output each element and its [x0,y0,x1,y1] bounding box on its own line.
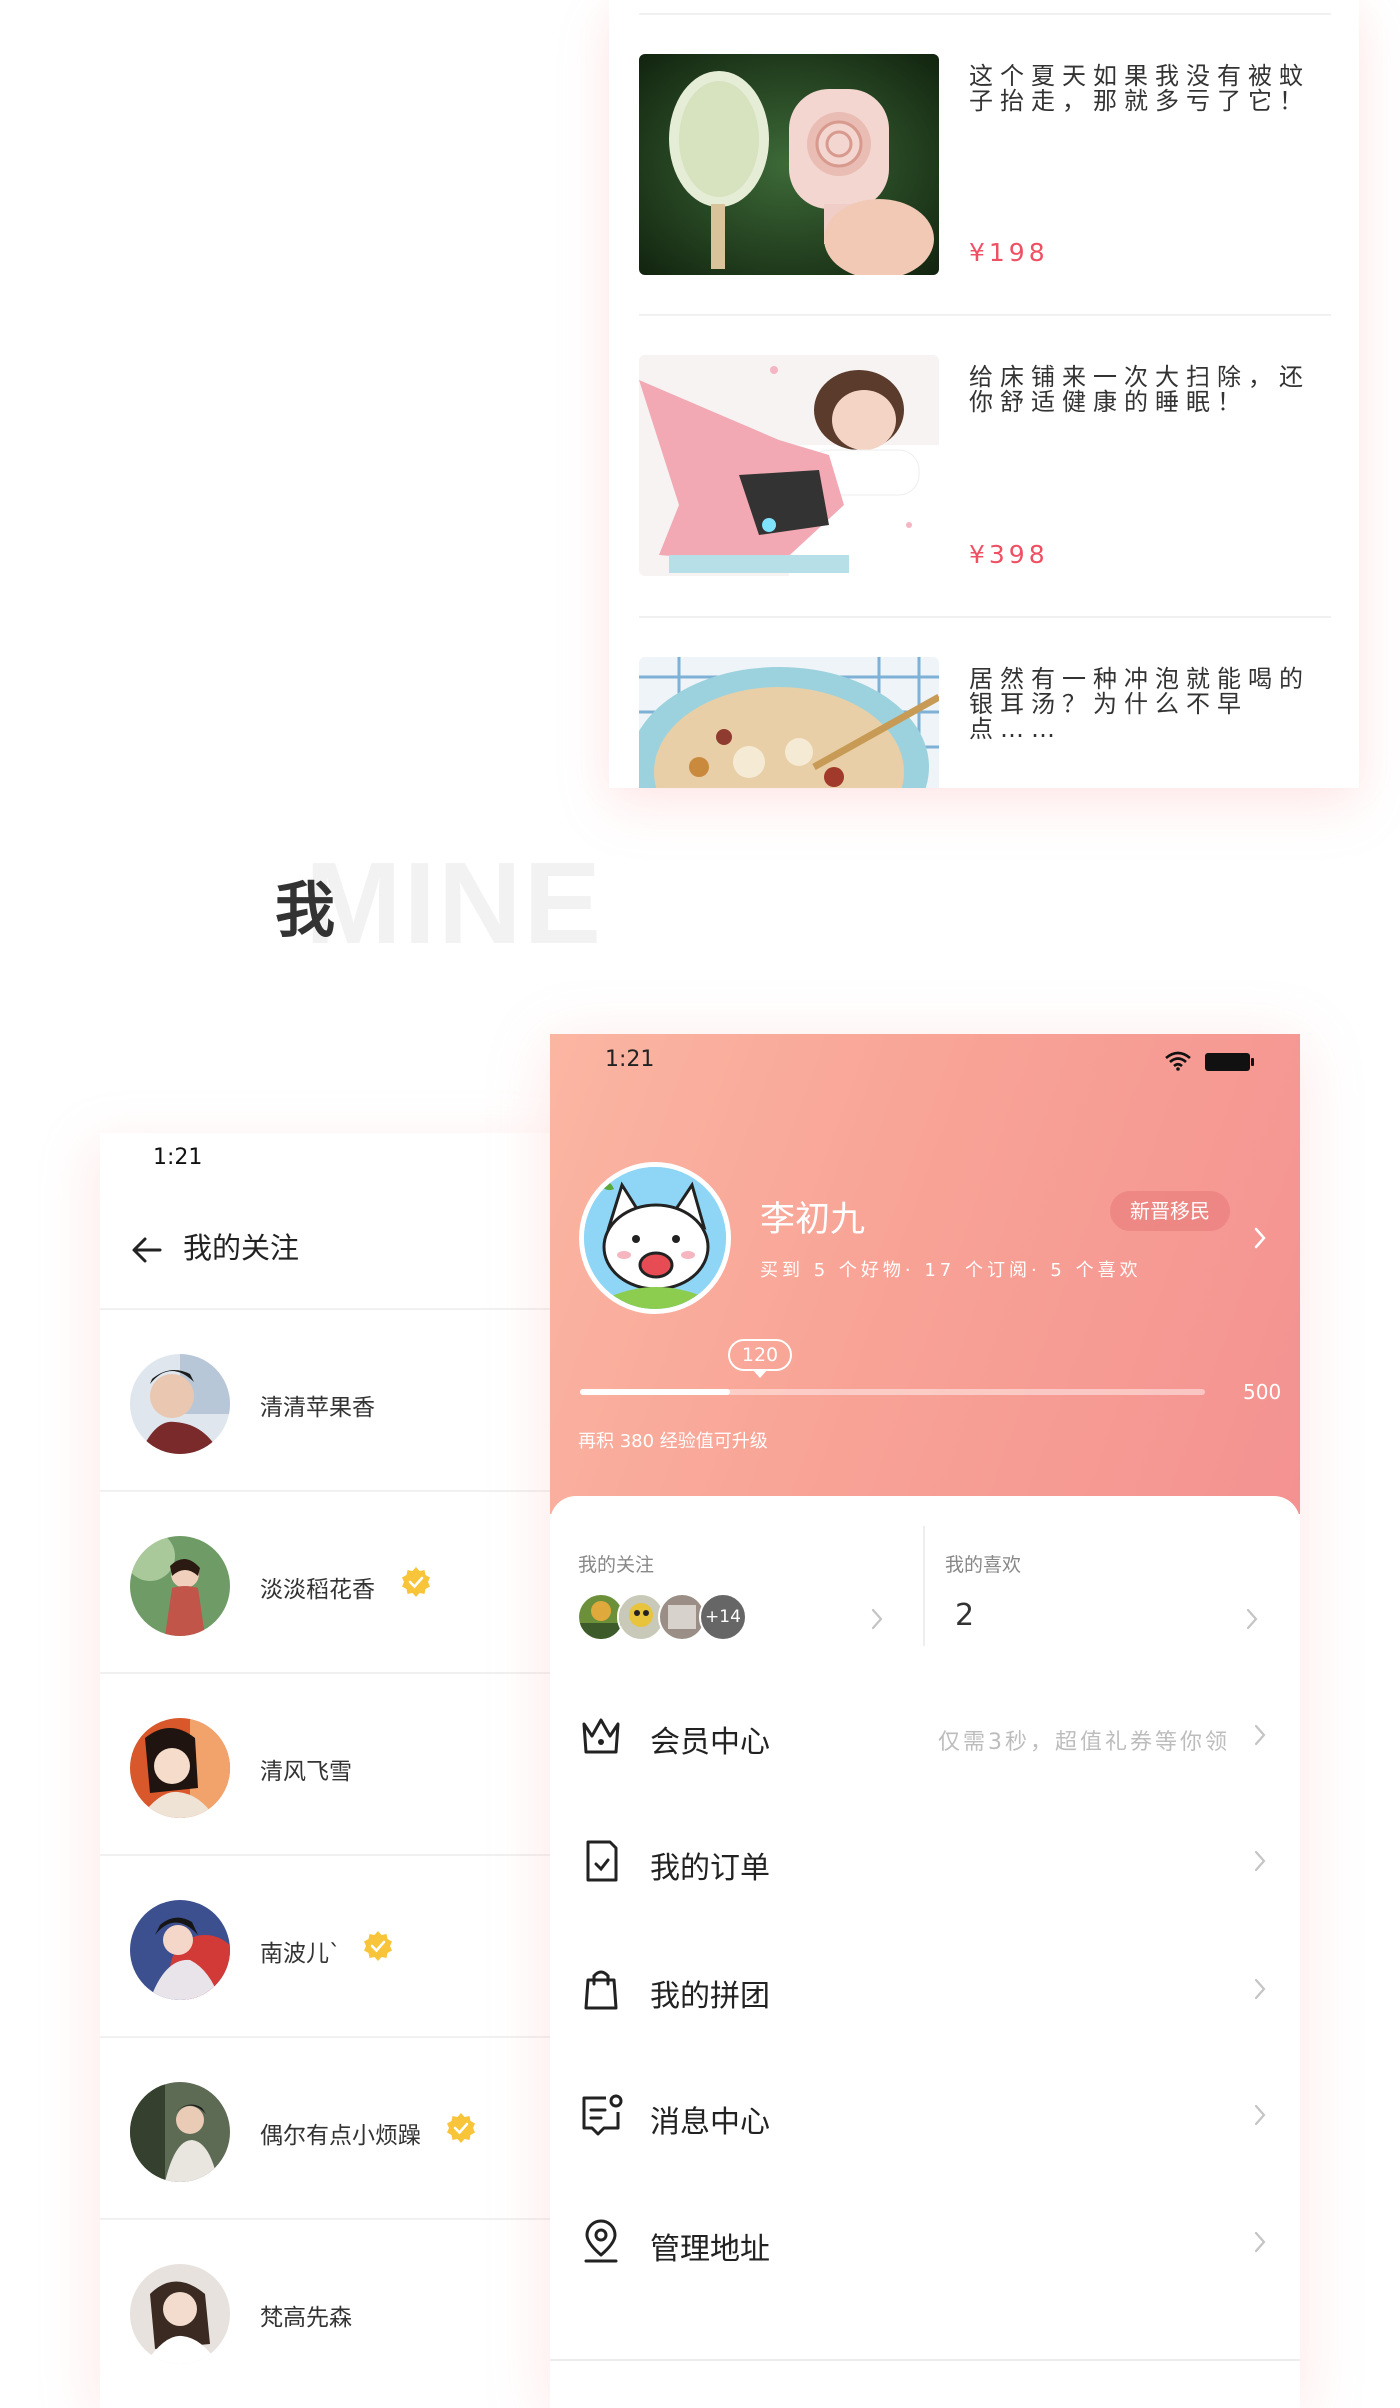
chevron-right-icon [1254,1724,1266,1746]
verified-badge-icon [364,1931,392,1961]
user-name: 淡淡稻花香 [260,1577,375,1603]
menu-item-address[interactable]: 管理地址 [550,2181,1300,2309]
chevron-right-icon [1254,1850,1266,1872]
profile-body: 我的关注 +14 我的喜欢 2 会员中心 仅需3秒，超值礼券等你领 我的订单 我… [550,1496,1300,2408]
menu-label: 会员中心 [650,1725,770,1760]
avatar[interactable] [130,1354,230,1454]
following-row[interactable]: 偶尔有点小烦躁 [100,2036,560,2217]
profile-screen: 1:21 李初九 新晋移民 买到 5 个好物· 17 个订阅· 5 个喜欢 12… [550,1034,1300,2408]
shopping-bag-icon [584,1970,618,2010]
following-label: 我的关注 [578,1554,655,1576]
chevron-right-icon [1254,2104,1266,2126]
xp-progress-fill [580,1389,730,1395]
product-title-1[interactable]: 这个夏天如果我没有被蚊子抬走，那就多亏了它！ [969,64,1324,114]
profile-stats: 买到 5 个好物· 17 个订阅· 5 个喜欢 [760,1260,1142,1281]
menu-hint: 仅需3秒，超值礼券等你领 [938,1730,1230,1755]
message-icon [582,2094,623,2136]
divider [639,13,1331,15]
xp-current-bubble: 120 [728,1339,792,1371]
page-title: 我的关注 [183,1231,300,1265]
verified-badge-icon [447,2113,475,2143]
divider [639,314,1331,316]
xp-note: 再积 380 经验值可升级 [578,1431,768,1452]
likes-count: 2 [955,1598,975,1633]
likes-label: 我的喜欢 [945,1554,1022,1576]
following-row[interactable]: 清清苹果香 [100,1308,560,1489]
menu-item-my-orders[interactable]: 我的订单 [550,1800,1300,1928]
ice-cream-bug-zapper-photo [639,54,939,275]
product-image-2[interactable] [639,355,939,576]
product-price-2: ¥398 [969,540,1049,569]
menu-label: 管理地址 [650,2232,770,2267]
crown-icon [582,1718,620,1754]
user-name: 清风飞雪 [260,1759,352,1785]
following-row[interactable]: 梵高先森 [100,2218,560,2399]
product-title-2[interactable]: 给床铺来一次大扫除，还你舒适健康的睡眠！ [969,365,1324,415]
xp-max: 500 [1243,1380,1282,1404]
avatar[interactable] [130,2082,230,2182]
following-row[interactable]: 南波儿` [100,1854,560,2035]
avatar[interactable] [130,1718,230,1818]
chevron-right-icon [1254,1978,1266,2000]
location-icon [584,2219,618,2263]
profile-name: 李初九 [760,1200,866,1240]
my-likes-block[interactable]: 我的喜欢 2 [925,1496,1300,1666]
product-title-3[interactable]: 居然有一种冲泡就能喝的银耳汤？为什么不早点…… [969,667,1324,742]
xp-bubble-tail [752,1369,768,1378]
product-image-3[interactable] [639,657,939,788]
order-icon [586,1840,618,1882]
product-price-1: ¥198 [969,238,1049,267]
following-row[interactable]: 淡淡稻花香 [100,1490,560,1671]
divider [550,2359,1300,2361]
status-time: 1:21 [605,1047,655,1072]
divider [639,616,1331,618]
following-more-count: +14 [699,1593,747,1641]
section-watermark: MINE [305,838,603,968]
chevron-right-icon[interactable] [1253,1226,1267,1250]
profile-header: 1:21 李初九 新晋移民 买到 5 个好物· 17 个订阅· 5 个喜欢 12… [550,1034,1300,1514]
mite-vacuum-photo [639,355,939,576]
my-following-block[interactable]: 我的关注 +14 [550,1496,923,1666]
menu-item-member-center[interactable]: 会员中心 仅需3秒，超值礼券等你领 [550,1674,1300,1802]
avatar[interactable] [130,1900,230,2000]
user-name: 南波儿` [260,1941,341,1967]
product-list-card: 这个夏天如果我没有被蚊子抬走，那就多亏了它！ ¥198 给床铺来一次大扫除，还你… [609,0,1359,788]
verified-badge-icon [402,1567,430,1597]
chevron-right-icon [1254,2231,1266,2253]
wifi-icon [1165,1051,1191,1071]
user-name: 清清苹果香 [260,1395,375,1421]
xp-progress-bar [580,1389,1205,1395]
product-image-1[interactable] [639,54,939,275]
battery-icon [1205,1053,1254,1071]
following-row[interactable]: 清风飞雪 [100,1672,560,1853]
dog-cartoon-avatar [584,1167,726,1309]
chevron-right-icon [1246,1608,1258,1630]
avatar[interactable] [130,1536,230,1636]
avatar[interactable] [130,2264,230,2364]
menu-item-group-buy[interactable]: 我的拼团 [550,1928,1300,2056]
chevron-right-icon [871,1608,883,1630]
section-title: 我 [275,876,335,946]
menu-label: 消息中心 [650,2105,770,2140]
profile-avatar[interactable] [579,1162,731,1314]
status-time: 1:21 [153,1145,203,1170]
user-name: 梵高先森 [260,2305,352,2331]
following-screen: 1:21 我的关注 清清苹果香 淡淡稻花香 清风飞雪 南波儿` 偶尔有点小烦躁 … [100,1133,560,2408]
user-name: 偶尔有点小烦躁 [260,2123,421,2149]
menu-label: 我的订单 [650,1851,770,1886]
menu-item-messages[interactable]: 消息中心 [550,2054,1300,2182]
tremella-soup-photo [639,657,939,788]
level-badge: 新晋移民 [1110,1191,1230,1231]
back-arrow-icon[interactable] [130,1233,164,1267]
menu-label: 我的拼团 [650,1979,770,2014]
